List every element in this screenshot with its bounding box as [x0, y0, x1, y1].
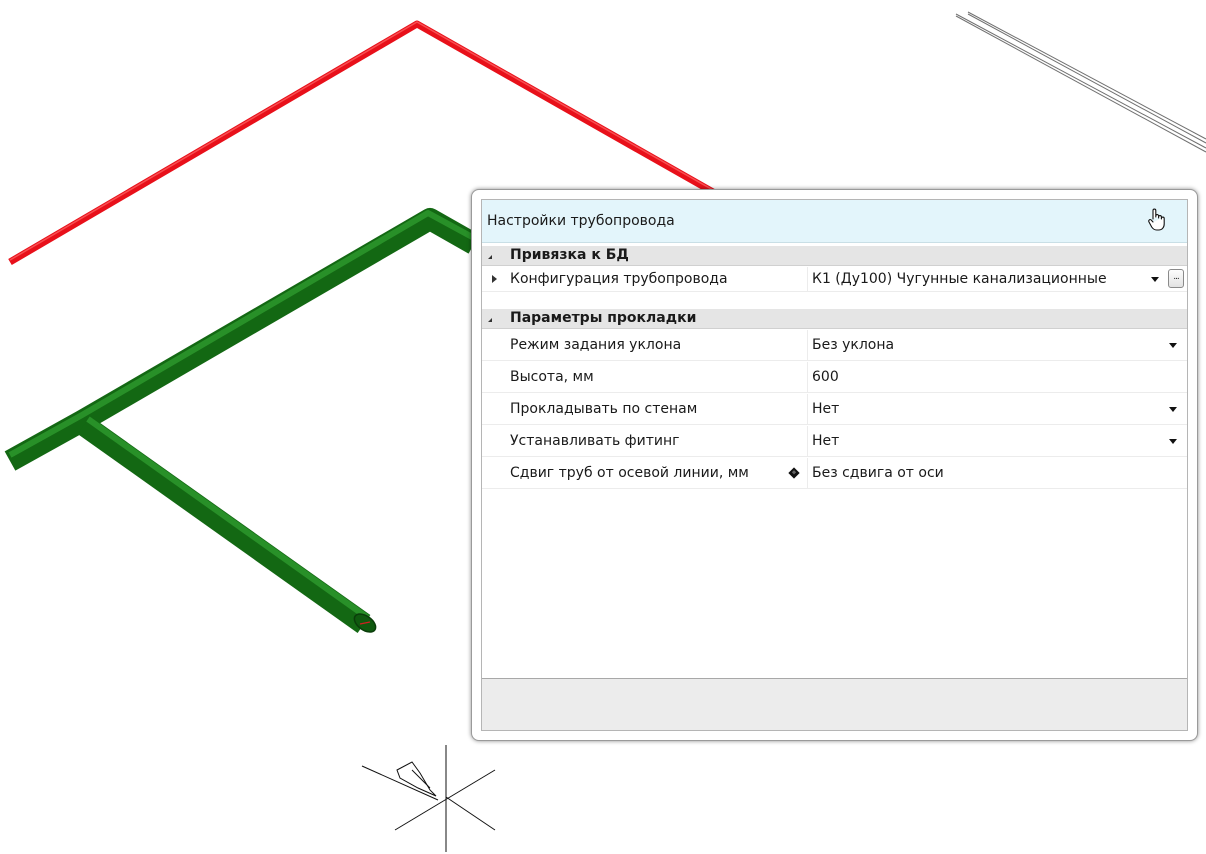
hand-pointer-icon[interactable] — [1145, 206, 1167, 232]
collapse-triangle-icon[interactable] — [488, 314, 492, 322]
property-name: Режим задания уклона — [510, 337, 682, 353]
property-value-along-walls[interactable]: Нет — [812, 401, 1142, 417]
property-value-pipeline-config[interactable]: К1 (Ду100) Чугунные канализационные — [812, 271, 1130, 287]
property-name: Устанавливать фитинг — [510, 433, 680, 449]
property-name: Прокладывать по стенам — [510, 401, 698, 417]
column-splitter[interactable] — [807, 394, 808, 424]
diamond-icon[interactable] — [788, 467, 800, 479]
property-row-install-fitting[interactable]: Устанавливать фитинг Нет — [482, 426, 1187, 457]
property-value-slope-mode[interactable]: Без уклона — [812, 337, 1142, 353]
browse-button[interactable]: ... — [1168, 269, 1184, 288]
description-area — [482, 678, 1187, 730]
column-splitter[interactable] — [807, 362, 808, 392]
property-value-install-fitting[interactable]: Нет — [812, 433, 1142, 449]
chevron-down-icon[interactable] — [1169, 407, 1177, 412]
property-value-axis-offset[interactable]: Без сдвига от оси — [812, 465, 1142, 481]
property-value-height[interactable]: 600 — [812, 369, 1142, 385]
green-pipe — [4, 208, 480, 633]
pipeline-settings-panel: Настройки трубопровода Привязка к БД Кон… — [471, 189, 1198, 741]
property-name: Высота, мм — [510, 369, 594, 385]
property-row-height[interactable]: Высота, мм 600 — [482, 362, 1187, 393]
chevron-down-icon[interactable] — [1169, 439, 1177, 444]
category-laying-params[interactable]: Параметры прокладки — [482, 309, 1187, 329]
property-row-axis-offset[interactable]: Сдвиг труб от осевой линии, мм Без сдвиг… — [482, 458, 1187, 489]
property-row-pipeline-config[interactable]: Конфигурация трубопровода К1 (Ду100) Чуг… — [482, 267, 1187, 292]
property-row-along-walls[interactable]: Прокладывать по стенам Нет — [482, 394, 1187, 425]
wall-lines — [955, 11, 1206, 153]
chevron-down-icon[interactable] — [1151, 277, 1159, 282]
ucs-crosshair-icon — [361, 745, 496, 852]
chevron-down-icon[interactable] — [1169, 343, 1177, 348]
property-name: Конфигурация трубопровода — [510, 271, 728, 287]
category-db-binding[interactable]: Привязка к БД — [482, 246, 1187, 266]
property-row-slope-mode[interactable]: Режим задания уклона Без уклона — [482, 330, 1187, 361]
column-splitter[interactable] — [807, 458, 808, 488]
category-label: Привязка к БД — [510, 247, 629, 263]
panel-title: Настройки трубопровода — [487, 213, 675, 229]
category-label: Параметры прокладки — [510, 310, 697, 326]
column-splitter[interactable] — [807, 426, 808, 456]
property-name: Сдвиг труб от осевой линии, мм — [510, 465, 749, 481]
property-grid: Привязка к БД Конфигурация трубопровода … — [482, 246, 1187, 676]
triangle-expander-icon[interactable] — [492, 275, 497, 283]
column-splitter[interactable] — [807, 330, 808, 360]
panel-header[interactable]: Настройки трубопровода — [482, 200, 1187, 243]
panel-frame: Настройки трубопровода Привязка к БД Кон… — [481, 199, 1188, 731]
collapse-triangle-icon[interactable] — [488, 251, 492, 259]
column-splitter[interactable] — [807, 267, 808, 291]
